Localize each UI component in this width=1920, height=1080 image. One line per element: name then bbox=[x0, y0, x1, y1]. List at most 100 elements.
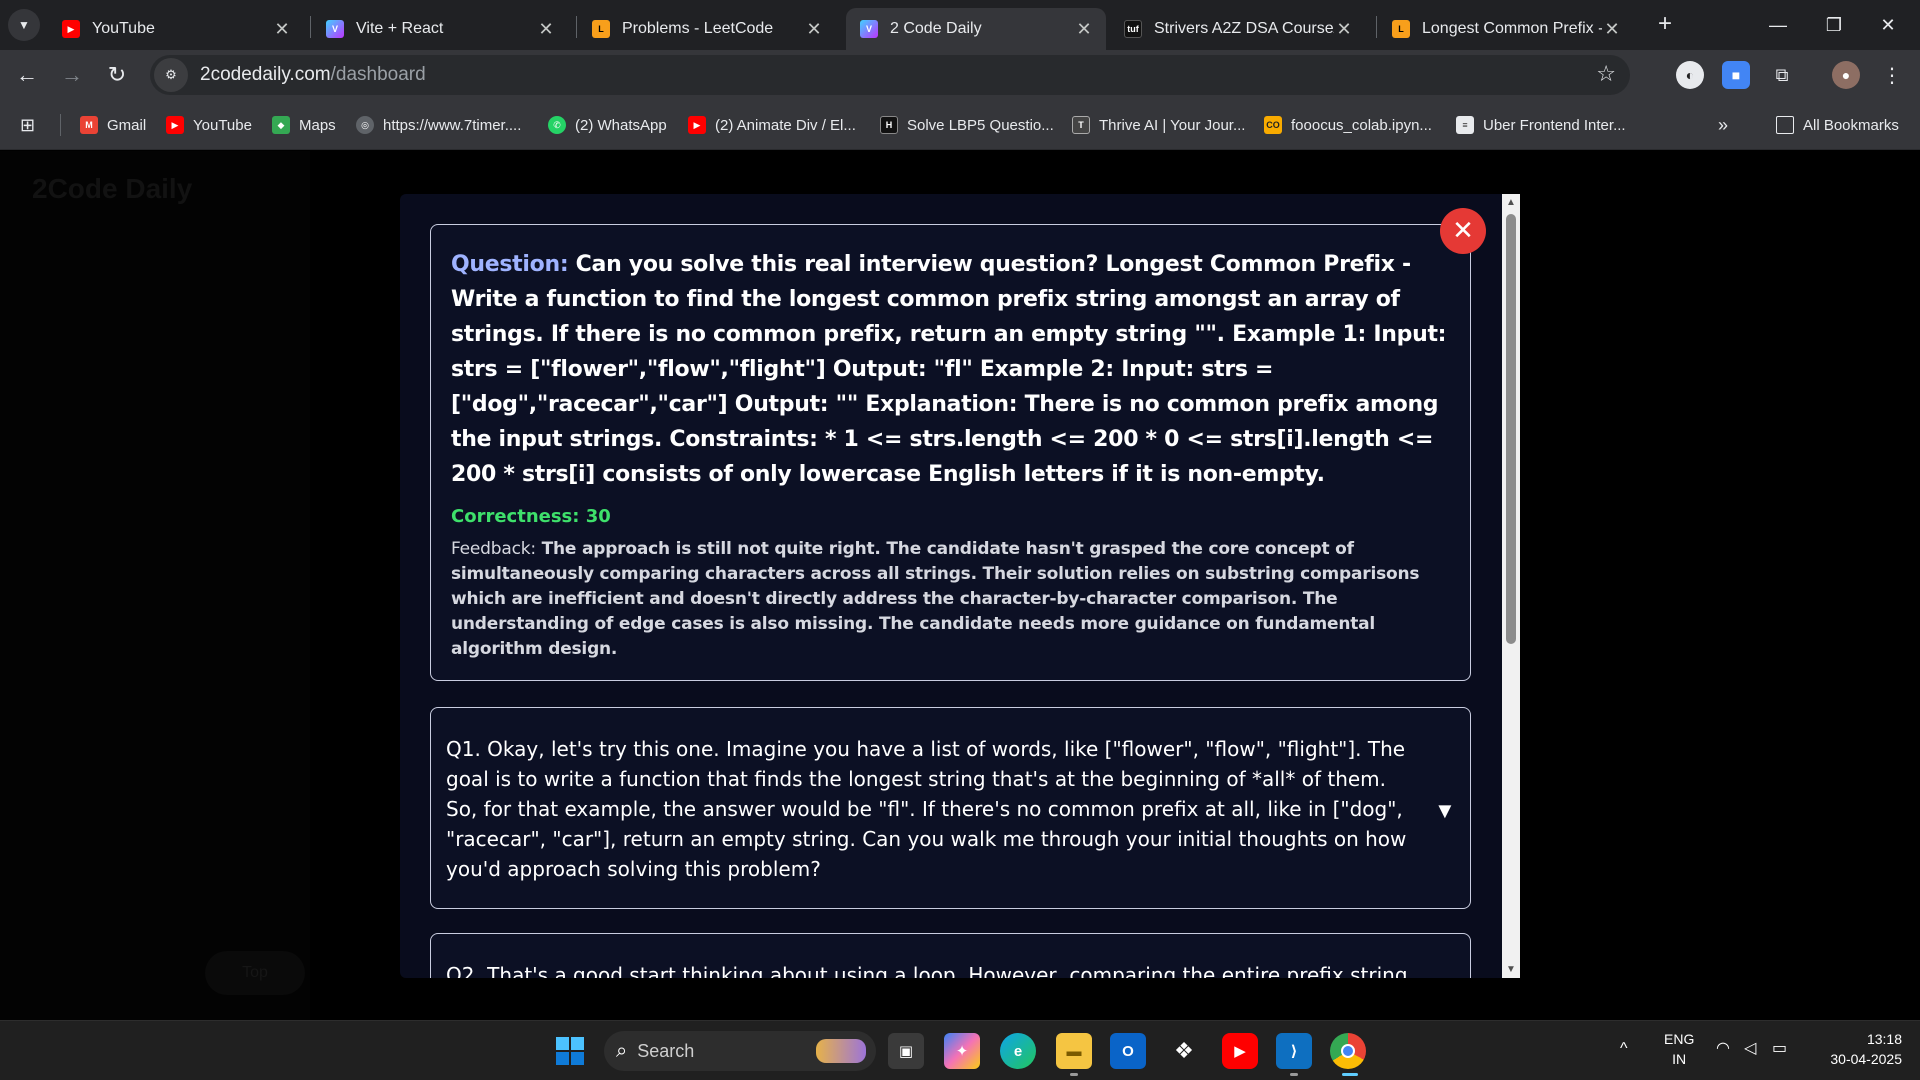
copilot-icon[interactable]: ✦ bbox=[944, 1033, 980, 1069]
close-icon[interactable]: ✕ bbox=[804, 19, 824, 40]
bookmark-uber-frontend[interactable]: ≡ Uber Frontend Inter... bbox=[1456, 113, 1626, 137]
search-highlight-icon bbox=[816, 1039, 866, 1063]
whatsapp-icon: ✆ bbox=[548, 116, 566, 134]
modal-scrollbar[interactable]: ▲ ▼ bbox=[1502, 194, 1520, 978]
doc-icon: ≡ bbox=[1456, 116, 1474, 134]
correctness-line: Correctness: 30 bbox=[451, 506, 611, 527]
menu-kebab-icon[interactable]: ⋮ bbox=[1878, 61, 1906, 89]
site-info-icon[interactable]: ⚙ bbox=[154, 58, 188, 92]
followup-question-2[interactable]: Q2. That's a good start thinking about u… bbox=[430, 933, 1471, 978]
tab-youtube[interactable]: ▶ YouTube ✕ bbox=[48, 8, 304, 50]
dropbox-icon[interactable]: ❖ bbox=[1166, 1033, 1202, 1069]
address-bar[interactable]: ⚙ 2codedaily.com/dashboard ☆ bbox=[150, 55, 1630, 95]
folder-icon bbox=[1776, 116, 1794, 134]
search-icon: ⌕ bbox=[616, 1039, 628, 1062]
maps-icon: ◆ bbox=[272, 116, 290, 134]
youtube-icon: ▶ bbox=[688, 116, 706, 134]
wifi-icon[interactable]: ◠ bbox=[1716, 1039, 1730, 1059]
scrollbar-thumb[interactable] bbox=[1506, 214, 1516, 644]
url-text[interactable]: 2codedaily.com/dashboard bbox=[200, 64, 426, 86]
vite-icon: V bbox=[326, 20, 344, 38]
bookmark-whatsapp[interactable]: ✆ (2) WhatsApp bbox=[548, 113, 667, 137]
tab-leetcode-problems[interactable]: L Problems - LeetCode ✕ bbox=[578, 8, 836, 50]
chrome-icon[interactable] bbox=[1330, 1033, 1366, 1069]
close-icon[interactable]: ✕ bbox=[1074, 19, 1094, 40]
window-close-button[interactable]: ✕ bbox=[1858, 8, 1918, 42]
question-modal: Question: Can you solve this real interv… bbox=[400, 194, 1520, 978]
vite-icon: V bbox=[860, 20, 878, 38]
scroll-up-arrow-icon[interactable]: ▲ bbox=[1506, 197, 1516, 208]
leetcode-icon: L bbox=[592, 20, 610, 38]
hackerrank-icon: H bbox=[880, 116, 898, 134]
background-logo: 2Code Daily bbox=[32, 173, 193, 204]
question-label: Question: bbox=[451, 252, 569, 277]
more-bookmarks-chevron-icon[interactable]: » bbox=[1718, 113, 1728, 137]
bookmark-animate-div[interactable]: ▶ (2) Animate Div / El... bbox=[688, 113, 856, 137]
back-button[interactable]: ← bbox=[10, 58, 44, 92]
all-bookmarks-folder[interactable]: All Bookmarks bbox=[1776, 113, 1899, 137]
bookmark-solve-lbp5[interactable]: H Solve LBP5 Questio... bbox=[880, 113, 1054, 137]
windows-taskbar: ⌕ Search ▣ ✦ e ▬ O ❖ ▶ ⟩ ^ ENG IN ◠ ◁ ▭ 1… bbox=[0, 1020, 1920, 1080]
question-card: Question: Can you solve this real interv… bbox=[430, 224, 1471, 681]
tab-search-button[interactable]: ▼ bbox=[8, 9, 40, 41]
extension-icon[interactable]: ◐ bbox=[1676, 61, 1704, 89]
battery-icon[interactable]: ▭ bbox=[1772, 1039, 1787, 1059]
tab-longest-common-prefix[interactable]: L Longest Common Prefix - ✕ bbox=[1378, 8, 1634, 50]
followup-question-1-text: Q1. Okay, let's try this one. Imagine yo… bbox=[446, 737, 1407, 881]
youtube-app-icon[interactable]: ▶ bbox=[1222, 1033, 1258, 1069]
tab-2-code-daily[interactable]: V 2 Code Daily ✕ bbox=[846, 8, 1106, 50]
bookmark-7timer[interactable]: ◎ https://www.7timer.... bbox=[356, 113, 521, 137]
followup-question-1[interactable]: Q1. Okay, let's try this one. Imagine yo… bbox=[430, 707, 1471, 909]
bookmark-fooocus-colab[interactable]: CO fooocus_colab.ipyn... bbox=[1264, 113, 1432, 137]
extensions-puzzle-icon[interactable]: ⧉ bbox=[1768, 61, 1796, 89]
bookmark-youtube[interactable]: ▶ YouTube bbox=[166, 113, 252, 137]
outlook-icon[interactable]: O bbox=[1110, 1033, 1146, 1069]
tab-vite-react[interactable]: V Vite + React ✕ bbox=[312, 8, 568, 50]
leetcode-icon: L bbox=[1392, 20, 1410, 38]
volume-icon[interactable]: ◁ bbox=[1744, 1039, 1756, 1059]
tab-strivers-a2z[interactable]: tuf Strivers A2Z DSA Course/S ✕ bbox=[1110, 8, 1366, 50]
youtube-icon: ▶ bbox=[166, 116, 184, 134]
bookmark-thrive-ai[interactable]: T Thrive AI | Your Jour... bbox=[1072, 113, 1245, 137]
bookmark-gmail[interactable]: M Gmail bbox=[80, 113, 146, 137]
chevron-down-icon: ▼ bbox=[18, 18, 30, 32]
page-viewport: 2Code Daily Top Question: Can you solve … bbox=[0, 151, 1920, 1020]
reload-button[interactable]: ↻ bbox=[100, 58, 134, 92]
task-view-icon[interactable]: ▣ bbox=[888, 1033, 924, 1069]
edge-icon[interactable]: e bbox=[1000, 1033, 1036, 1069]
close-icon[interactable]: ✕ bbox=[1334, 19, 1354, 40]
expand-toggle-icon[interactable]: ▼ bbox=[1434, 798, 1456, 824]
bookmark-star-icon[interactable]: ☆ bbox=[1596, 61, 1616, 87]
file-explorer-icon[interactable]: ▬ bbox=[1056, 1033, 1092, 1069]
new-tab-button[interactable]: + bbox=[1650, 10, 1680, 40]
globe-icon: ◎ bbox=[356, 116, 374, 134]
thrive-icon: T bbox=[1072, 116, 1090, 134]
page-sidebar-backdrop bbox=[0, 151, 310, 1020]
scroll-down-arrow-icon[interactable]: ▼ bbox=[1506, 964, 1516, 975]
language-indicator[interactable]: ENG IN bbox=[1664, 1029, 1694, 1069]
show-hidden-icons-chevron-icon[interactable]: ^ bbox=[1620, 1039, 1628, 1059]
followup-question-2-text: Q2. That's a good start thinking about u… bbox=[446, 963, 1408, 978]
close-icon[interactable]: ✕ bbox=[536, 19, 556, 40]
taskbar-search[interactable]: ⌕ Search bbox=[604, 1031, 876, 1071]
forward-button[interactable]: → bbox=[55, 58, 89, 92]
restore-button[interactable]: ❐ bbox=[1804, 8, 1864, 42]
tuf-icon: tuf bbox=[1124, 20, 1142, 38]
vscode-icon[interactable]: ⟩ bbox=[1276, 1033, 1312, 1069]
profile-avatar[interactable]: ● bbox=[1832, 61, 1860, 89]
bookmark-maps[interactable]: ◆ Maps bbox=[272, 113, 336, 137]
background-top-button: Top bbox=[205, 951, 305, 995]
close-icon[interactable]: ✕ bbox=[272, 19, 292, 40]
close-modal-button[interactable]: ✕ bbox=[1440, 208, 1486, 254]
correctness-score: 30 bbox=[585, 506, 611, 527]
apps-grid-icon[interactable]: ⊞ bbox=[20, 113, 35, 137]
windows-start-icon[interactable] bbox=[552, 1033, 588, 1069]
colab-icon: CO bbox=[1264, 116, 1282, 134]
close-icon[interactable]: ✕ bbox=[1602, 19, 1622, 40]
feedback-label: Feedback: bbox=[451, 539, 536, 559]
feedback-text: Feedback: The approach is still not quit… bbox=[451, 539, 1420, 659]
extension-blue-icon[interactable]: ■ bbox=[1722, 61, 1750, 89]
youtube-icon: ▶ bbox=[62, 20, 80, 38]
minimize-button[interactable]: — bbox=[1748, 8, 1808, 42]
clock[interactable]: 13:18 30-04-2025 bbox=[1812, 1029, 1902, 1069]
